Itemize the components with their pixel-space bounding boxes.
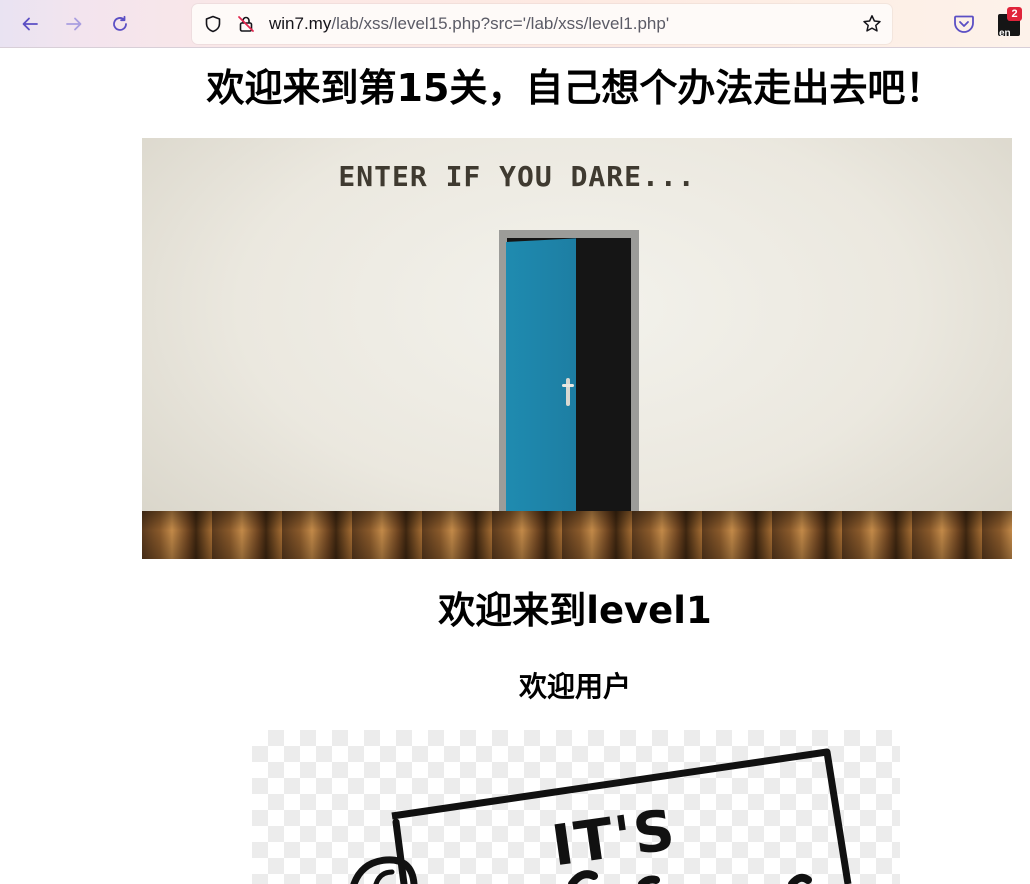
door-image: ENTER IF YOU DARE... bbox=[142, 138, 1012, 559]
insecure-lock-icon[interactable] bbox=[237, 15, 255, 33]
sign-image: IT'S bbox=[252, 730, 900, 884]
extension-badge: 2 bbox=[1007, 7, 1022, 21]
page-title: 欢迎来到第15关，自己想个办法走出去吧！ bbox=[206, 66, 944, 110]
door-handle-icon bbox=[562, 378, 574, 406]
extension-button[interactable]: en 2 bbox=[998, 7, 1022, 39]
forward-button[interactable] bbox=[58, 8, 90, 40]
level-heading: 欢迎来到level1 bbox=[438, 589, 712, 632]
url-host: win7.my bbox=[269, 14, 332, 33]
reload-icon bbox=[113, 15, 127, 31]
extension-label: en bbox=[999, 28, 1011, 39]
url-path: /lab/xss/level15.php?src='/lab/xss/level… bbox=[331, 14, 670, 33]
wooden-floor bbox=[142, 511, 1012, 559]
pocket-icon[interactable] bbox=[953, 13, 975, 35]
shield-icon[interactable] bbox=[204, 15, 222, 33]
reload-button[interactable] bbox=[104, 8, 136, 40]
back-arrow-icon bbox=[22, 17, 38, 31]
door-image-caption: ENTER IF YOU DARE... bbox=[338, 160, 696, 193]
forward-arrow-icon bbox=[66, 17, 82, 31]
url-text[interactable]: win7.my/lab/xss/level15.php?src='/lab/xs… bbox=[269, 14, 669, 34]
bookmark-star-icon[interactable] bbox=[862, 14, 882, 34]
welcome-user-text: 欢迎用户 bbox=[518, 670, 631, 703]
page-content: 欢迎来到第15关，自己想个办法走出去吧！ ENTER IF YOU DARE..… bbox=[0, 49, 1030, 884]
back-button[interactable] bbox=[14, 8, 46, 40]
address-bar[interactable]: win7.my/lab/xss/level15.php?src='/lab/xs… bbox=[192, 4, 892, 44]
browser-toolbar: win7.my/lab/xss/level15.php?src='/lab/xs… bbox=[0, 0, 1030, 48]
